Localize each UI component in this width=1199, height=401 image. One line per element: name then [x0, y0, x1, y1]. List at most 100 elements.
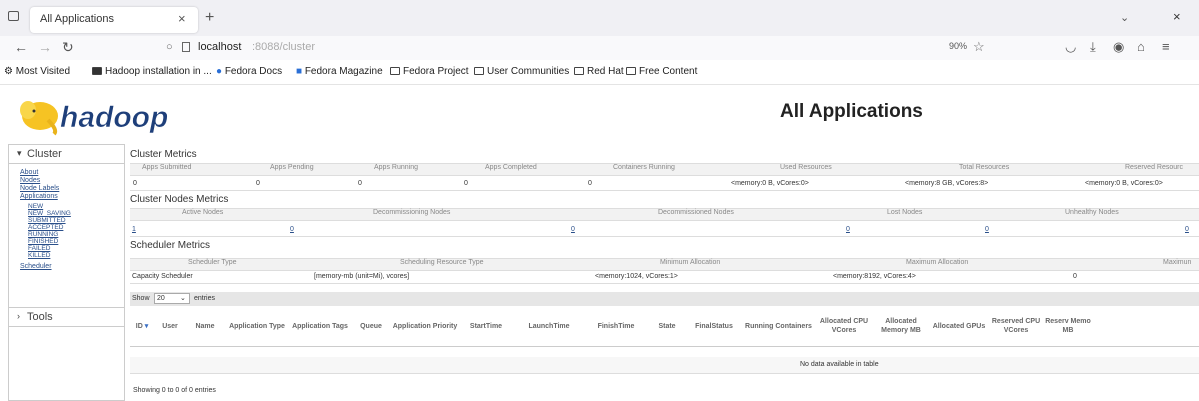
page-size-select[interactable]: 20 ⌄ [154, 293, 190, 304]
sidebar-item-about[interactable]: About [20, 169, 38, 176]
sidebar-tools-label: Tools [27, 311, 53, 323]
column-header[interactable]: Allocated GPUs [929, 306, 989, 346]
bookmark-fedora-magazine[interactable]: ■ Fedora Magazine [296, 66, 383, 77]
unhealthy-nodes-link[interactable]: 0 [985, 226, 989, 233]
sidebar-item-applications[interactable]: Applications [20, 193, 58, 200]
sidebar-app-killed[interactable]: KILLED [28, 252, 50, 259]
sidebar-app-accepted[interactable]: ACCEPTED [28, 224, 63, 231]
folder-icon [574, 67, 584, 75]
hadoop-logo[interactable]: hadoop [18, 96, 198, 136]
column-header[interactable]: Running Containers [742, 306, 815, 346]
table-header[interactable]: Maximum Allocation [906, 259, 968, 266]
bookmark-user-communities[interactable]: User Communities [474, 66, 569, 77]
column-header[interactable]: Queue [350, 306, 392, 346]
column-header[interactable]: FinalStatus [686, 306, 742, 346]
url-bar[interactable]: ○ localhost :8088/cluster 90% ☆ [158, 38, 988, 58]
sidebar-app-new[interactable]: NEW [28, 203, 43, 210]
extensions-icon[interactable]: ⌂ [1137, 39, 1145, 54]
back-icon[interactable]: ← [14, 39, 28, 55]
column-header[interactable]: Allocated CPU VCores [815, 306, 873, 346]
table-cell: Capacity Scheduler [132, 273, 193, 280]
active-nodes-link[interactable]: 1 [132, 226, 136, 233]
sidebar-app-failed[interactable]: FAILED [28, 245, 50, 252]
table-header[interactable]: Scheduler Type [188, 259, 237, 266]
table-header[interactable]: Reserved Resourc [1125, 164, 1183, 171]
sidebar-tools-header[interactable]: › Tools [9, 307, 124, 327]
tracking-shield-icon[interactable]: ○ [166, 41, 173, 53]
table-header[interactable]: Active Nodes [182, 209, 223, 216]
table-cell: <memory:1024, vCores:1> [595, 273, 678, 280]
table-header[interactable]: Containers Running [613, 164, 675, 171]
column-header[interactable]: Reserv Memo MB [1043, 306, 1093, 346]
table-header[interactable]: Apps Submitted [142, 164, 191, 171]
sidebar-item-node-labels[interactable]: Node Labels [20, 185, 59, 192]
lost-nodes-link[interactable]: 0 [846, 226, 850, 233]
rebooted-nodes-link[interactable]: 0 [1185, 226, 1189, 233]
bookmark-most-visited[interactable]: ⚙ Most Visited [4, 66, 70, 77]
table-header[interactable]: Total Resources [959, 164, 1009, 171]
tab-strip: All Applications × + ⌄ × [0, 0, 1199, 36]
column-header[interactable]: User [154, 306, 186, 346]
table-header[interactable]: Unhealthy Nodes [1065, 209, 1119, 216]
sidebar-cluster-label: Cluster [27, 148, 62, 160]
table-header[interactable]: Apps Pending [270, 164, 314, 171]
folder-icon [626, 67, 636, 75]
column-header[interactable]: StartTime [458, 306, 514, 346]
new-tab-icon[interactable]: + [205, 9, 214, 27]
bookmark-free-content[interactable]: Free Content [626, 66, 697, 77]
column-header[interactable]: State [648, 306, 686, 346]
account-icon[interactable]: ◉ [1113, 39, 1124, 55]
bookmark-fedora-project[interactable]: Fedora Project [390, 66, 469, 77]
pocket-icon[interactable]: ◡ [1065, 39, 1076, 55]
tab-list-icon[interactable] [8, 11, 19, 21]
column-header[interactable]: Application Tags [290, 306, 350, 346]
fedora-icon: ● [216, 66, 223, 77]
reload-icon[interactable]: ↻ [62, 39, 74, 56]
bookmark-fedora-docs[interactable]: ● Fedora Docs [216, 66, 282, 77]
table-cell: <memory:0 B, vCores:0> [731, 180, 809, 187]
logo-text: hadoop [60, 101, 168, 134]
table-header[interactable]: Apps Completed [485, 164, 537, 171]
sidebar-item-nodes[interactable]: Nodes [20, 177, 40, 184]
bookmark-star-icon[interactable]: ☆ [973, 39, 985, 55]
column-header-id[interactable]: ID ▾ [130, 306, 154, 346]
decommissioning-nodes-link[interactable]: 0 [290, 226, 294, 233]
bookmark-red-hat[interactable]: Red Hat [574, 66, 624, 77]
close-icon[interactable]: × [178, 11, 186, 26]
sidebar-app-running[interactable]: RUNNING [28, 231, 58, 238]
sidebar-cluster-header[interactable]: ▾ Cluster [9, 145, 124, 164]
table-header[interactable]: Maximun [1163, 259, 1191, 266]
zoom-level[interactable]: 90% [949, 41, 967, 51]
table-header[interactable]: Used Resources [780, 164, 832, 171]
column-header[interactable]: Name [186, 306, 224, 346]
sidebar-app-submitted[interactable]: SUBMITTED [28, 217, 66, 224]
decommissioned-nodes-link[interactable]: 0 [571, 226, 575, 233]
tab-all-applications[interactable]: All Applications × [30, 7, 198, 33]
column-header[interactable]: FinishTime [584, 306, 648, 346]
table-header[interactable]: Minimum Allocation [660, 259, 720, 266]
table-header[interactable]: Lost Nodes [887, 209, 922, 216]
menu-icon[interactable]: ≡ [1162, 39, 1170, 54]
sidebar-app-new-saving[interactable]: NEW_SAVING [28, 210, 71, 217]
folder-icon [390, 67, 400, 75]
column-header[interactable]: LaunchTime [514, 306, 584, 346]
table-header[interactable]: Decommissioned Nodes [658, 209, 734, 216]
table-header[interactable]: Scheduling Resource Type [400, 259, 484, 266]
sidebar-item-scheduler[interactable]: Scheduler [20, 263, 52, 270]
table-header[interactable]: Decommissioning Nodes [373, 209, 450, 216]
table-header[interactable]: Apps Running [374, 164, 418, 171]
bookmark-hadoop[interactable]: Hadoop installation in ... [92, 66, 212, 77]
forward-icon[interactable]: → [38, 39, 52, 55]
chevron-down-icon[interactable]: ⌄ [1120, 11, 1129, 24]
no-data-message: No data available in table [800, 361, 879, 368]
column-header[interactable]: Application Type [224, 306, 290, 346]
column-header[interactable]: Reserved CPU VCores [989, 306, 1043, 346]
sidebar-app-finished[interactable]: FINISHED [28, 238, 58, 245]
triangle-down-icon: ▾ [17, 148, 22, 158]
column-header[interactable]: Application Priority [392, 306, 458, 346]
column-header[interactable]: Allocated Memory MB [873, 306, 929, 346]
window-close-icon[interactable]: × [1173, 9, 1181, 24]
scheduler-metrics-values-row: Capacity Scheduler [memory-mb (unit=Mi),… [130, 273, 1199, 284]
page-icon [182, 42, 190, 52]
download-icon[interactable]: ⤓ [1090, 39, 1096, 55]
